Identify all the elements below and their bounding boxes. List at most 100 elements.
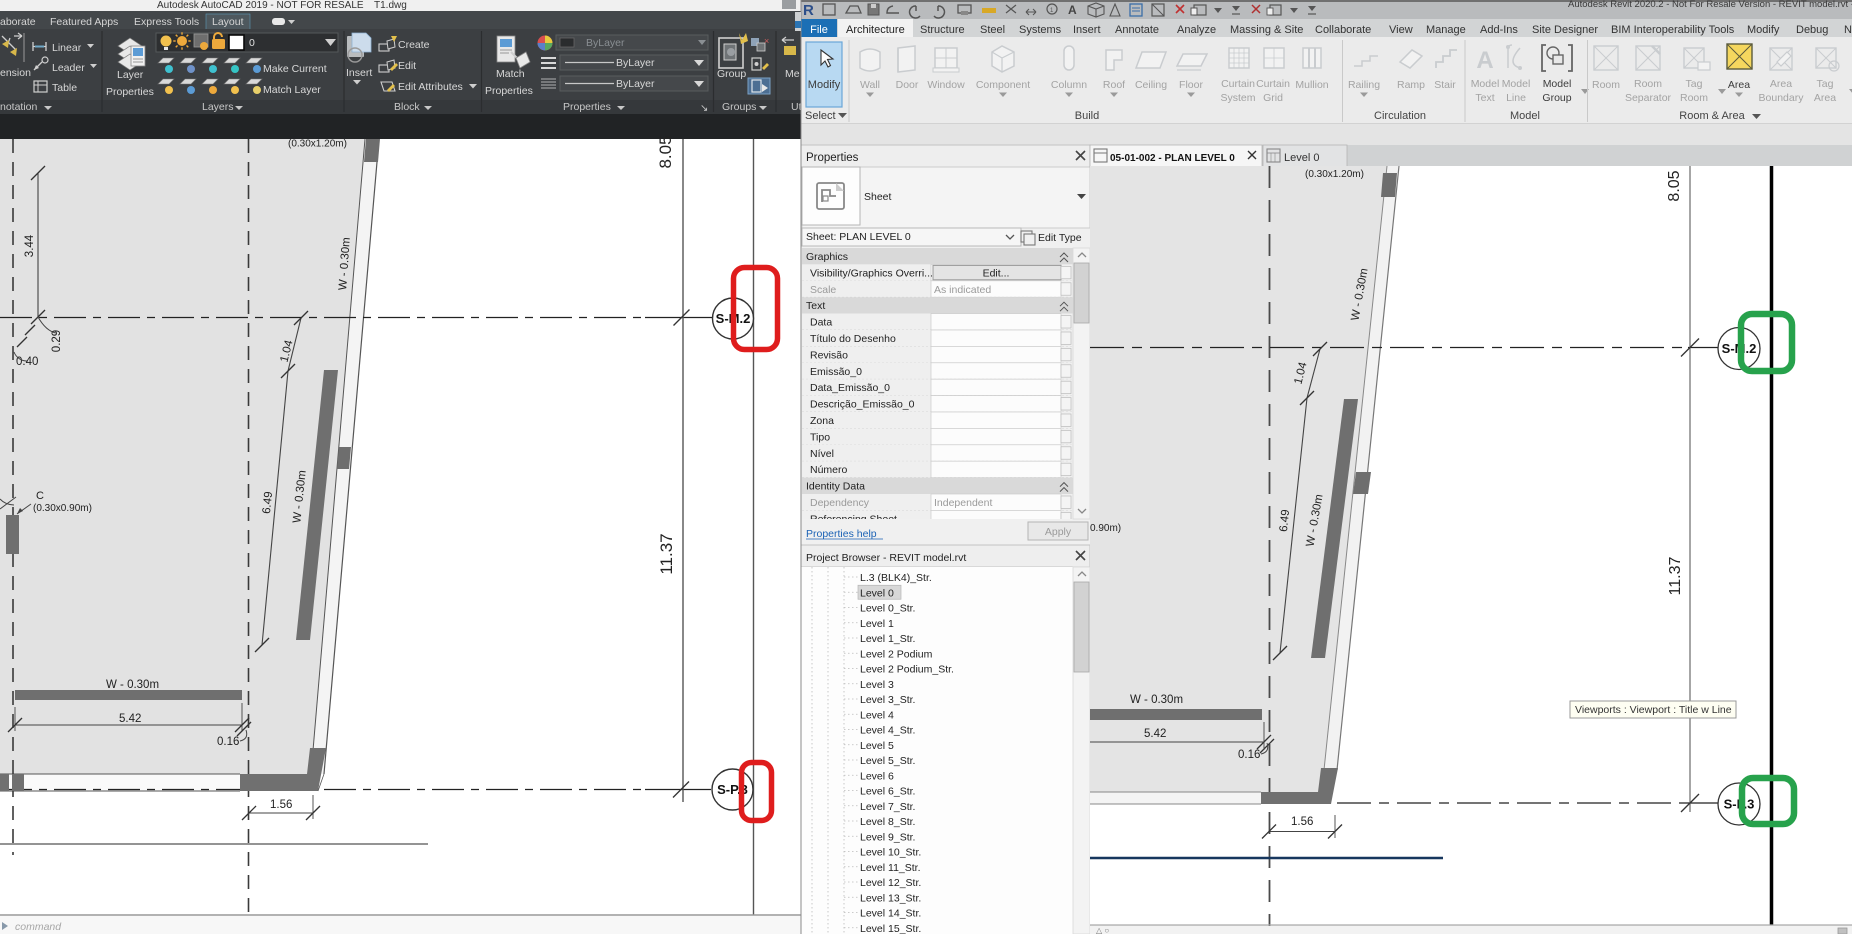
svg-text:L.3 (BLK4)_Str.: L.3 (BLK4)_Str. (860, 572, 932, 584)
svg-text:Autodesk Revit 2020.2 - Not Fo: Autodesk Revit 2020.2 - Not For Resale V… (1568, 0, 1852, 10)
svg-text:Scale: Scale (810, 284, 836, 296)
svg-text:Level 3: Level 3 (860, 679, 894, 691)
svg-text:A: A (1068, 3, 1077, 17)
svg-text:Edit: Edit (398, 60, 416, 72)
svg-text:Debug: Debug (1796, 24, 1828, 36)
svg-text:Level 2 Podium_Str.: Level 2 Podium_Str. (860, 664, 954, 676)
svg-text:Area: Area (1770, 78, 1792, 90)
svg-text:Insert: Insert (346, 67, 372, 79)
svg-text:Revisão: Revisão (810, 349, 848, 361)
svg-text:ension: ension (0, 67, 31, 79)
svg-text:Structure: Structure (920, 24, 965, 36)
svg-text:Floor: Floor (1179, 79, 1203, 91)
svg-text:Mullion: Mullion (1295, 79, 1328, 91)
svg-text:0.16: 0.16 (1238, 749, 1260, 761)
svg-text:Properties: Properties (806, 152, 859, 164)
svg-text:Group: Group (717, 68, 746, 80)
svg-text:Properties: Properties (485, 85, 533, 97)
svg-text:Curtain: Curtain (1221, 78, 1255, 90)
svg-text:6.49: 6.49 (261, 491, 275, 515)
svg-text:ByLayer: ByLayer (616, 78, 655, 90)
svg-text:Wall: Wall (860, 79, 880, 91)
svg-text:Model: Model (1502, 78, 1531, 90)
svg-text:Model: Model (1510, 110, 1540, 122)
svg-text:W - 0.30m: W - 0.30m (1130, 694, 1183, 706)
svg-text:Emissão_0: Emissão_0 (810, 366, 862, 378)
svg-text:Número: Número (810, 464, 848, 476)
svg-text:Collaborate: Collaborate (1315, 24, 1371, 36)
svg-text:Dependency: Dependency (810, 497, 870, 509)
svg-text:8.05: 8.05 (1666, 170, 1683, 201)
svg-text:Text: Text (806, 300, 825, 312)
svg-text:11.37: 11.37 (657, 533, 676, 574)
svg-text:6.49: 6.49 (1278, 509, 1292, 533)
svg-text:Modify: Modify (808, 79, 841, 91)
svg-text:(0.30x1.20m): (0.30x1.20m) (1305, 169, 1364, 180)
svg-text:Modify: Modify (1747, 24, 1780, 36)
svg-text:Window: Window (927, 79, 965, 91)
svg-text:Build: Build (1075, 110, 1099, 122)
svg-text:Block: Block (394, 101, 420, 113)
svg-text:Level 0: Level 0 (1284, 152, 1319, 164)
svg-text:Add-Ins: Add-Ins (1480, 24, 1518, 36)
svg-text:0.29: 0.29 (51, 330, 63, 352)
svg-text:Properties: Properties (563, 101, 611, 113)
svg-text:Grid: Grid (1263, 92, 1283, 104)
svg-text:Door: Door (896, 79, 919, 91)
svg-text:Tag: Tag (1817, 78, 1834, 90)
svg-text:5.42: 5.42 (119, 713, 141, 725)
svg-text:Título do Desenho: Título do Desenho (810, 333, 896, 345)
svg-text:View: View (1389, 24, 1413, 36)
svg-text:5.42: 5.42 (1144, 728, 1166, 740)
svg-text:Tag: Tag (1686, 78, 1703, 90)
svg-text:↘: ↘ (700, 103, 708, 114)
svg-text:ByLayer: ByLayer (616, 57, 655, 69)
svg-text:Level 10_Str.: Level 10_Str. (860, 847, 921, 859)
svg-text:Select: Select (805, 110, 836, 122)
svg-text:Make Current: Make Current (263, 63, 327, 75)
svg-text:Systems: Systems (1019, 24, 1062, 36)
svg-text:△ ○: △ ○ (1096, 926, 1109, 934)
svg-text:Sheet: PLAN LEVEL 0: Sheet: PLAN LEVEL 0 (806, 231, 911, 243)
svg-text:Level 6_Str.: Level 6_Str. (860, 786, 915, 798)
svg-text:Level 3_Str.: Level 3_Str. (860, 694, 915, 706)
svg-text:Boundary: Boundary (1759, 92, 1805, 104)
svg-text:(0.30x1.20m): (0.30x1.20m) (288, 139, 347, 150)
svg-text:Architecture: Architecture (846, 24, 905, 36)
svg-text:Layers: Layers (202, 101, 234, 113)
svg-text:R: R (803, 2, 814, 19)
svg-text:Massing & Site: Massing & Site (1230, 24, 1303, 36)
svg-text:Room: Room (1592, 79, 1620, 91)
svg-text:Level 13_Str.: Level 13_Str. (860, 892, 921, 904)
svg-text:Room: Room (1634, 78, 1662, 90)
svg-text:Steel: Steel (980, 24, 1005, 36)
svg-text:Ut: Ut (791, 101, 802, 113)
svg-text:Level 15_Str.: Level 15_Str. (860, 923, 921, 934)
svg-text:0.40: 0.40 (16, 356, 38, 368)
svg-text:1.56: 1.56 (1291, 816, 1313, 828)
svg-text:Featured Apps: Featured Apps (50, 16, 118, 28)
svg-text:Level 9_Str.: Level 9_Str. (860, 831, 915, 843)
svg-text:Viewports : Viewport : Title w: Viewports : Viewport : Title w Line (1575, 704, 1732, 716)
svg-text:Autodesk AutoCAD 2019 - NOT FO: Autodesk AutoCAD 2019 - NOT FOR RESALE (157, 0, 364, 11)
svg-text:T1.dwg: T1.dwg (374, 0, 407, 11)
svg-text:0.90m): 0.90m) (1090, 523, 1121, 534)
svg-text:Room & Area: Room & Area (1679, 110, 1745, 122)
svg-text:aborate: aborate (0, 16, 36, 28)
svg-text:Data_Emissão_0: Data_Emissão_0 (810, 382, 890, 394)
svg-text:Room: Room (1680, 92, 1708, 104)
svg-text:0.16: 0.16 (217, 736, 239, 748)
svg-text:Tipo: Tipo (810, 431, 830, 443)
svg-text:Express Tools: Express Tools (134, 16, 199, 28)
svg-text:05-01-002 - PLAN LEVEL 0: 05-01-002 - PLAN LEVEL 0 (1110, 153, 1235, 164)
svg-text:Level 0: Level 0 (860, 587, 894, 599)
svg-text:W - 0.30m: W - 0.30m (106, 679, 159, 691)
svg-text:Layout: Layout (212, 16, 244, 28)
svg-text:(0.30x0.90m): (0.30x0.90m) (33, 503, 92, 514)
svg-text:Site Designer: Site Designer (1532, 24, 1598, 36)
svg-text:Level 0_Str.: Level 0_Str. (860, 603, 915, 615)
svg-text:Component: Component (976, 79, 1030, 91)
svg-text:Area: Area (1814, 92, 1836, 104)
svg-text:Model: Model (1543, 78, 1572, 90)
svg-text:Curtain: Curtain (1256, 78, 1290, 90)
